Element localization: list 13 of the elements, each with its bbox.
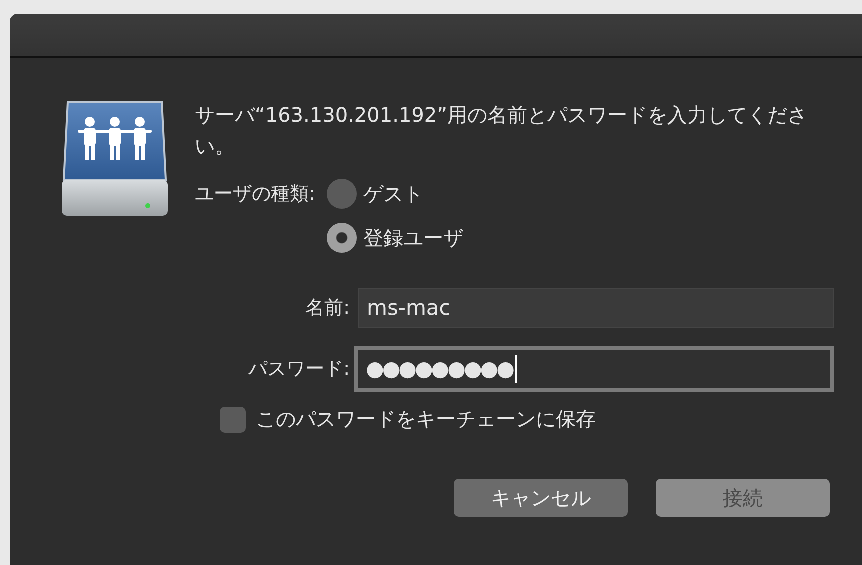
cancel-button[interactable]: キャンセル [454,479,628,517]
field-label: 名前: [304,296,350,321]
checkbox[interactable] [220,406,246,432]
radio-button[interactable] [327,223,358,253]
password-field[interactable]: ●●●●●●●●● [354,346,834,392]
checkbox-label[interactable]: このパスワードをキーチェーンに保存 [256,406,596,433]
radio-label[interactable]: 登録ユーザ [363,224,464,252]
name-field[interactable]: ms-mac [358,288,834,328]
radio-button[interactable] [327,179,358,209]
user-type-label: ユーザの種類: [195,182,316,207]
prompt-message: サーバ“163.130.201.192”用の名前とパスワードを入力してください。 [195,102,808,160]
field-label: パスワード: [248,357,350,382]
radio-label[interactable]: ゲスト [363,180,424,208]
